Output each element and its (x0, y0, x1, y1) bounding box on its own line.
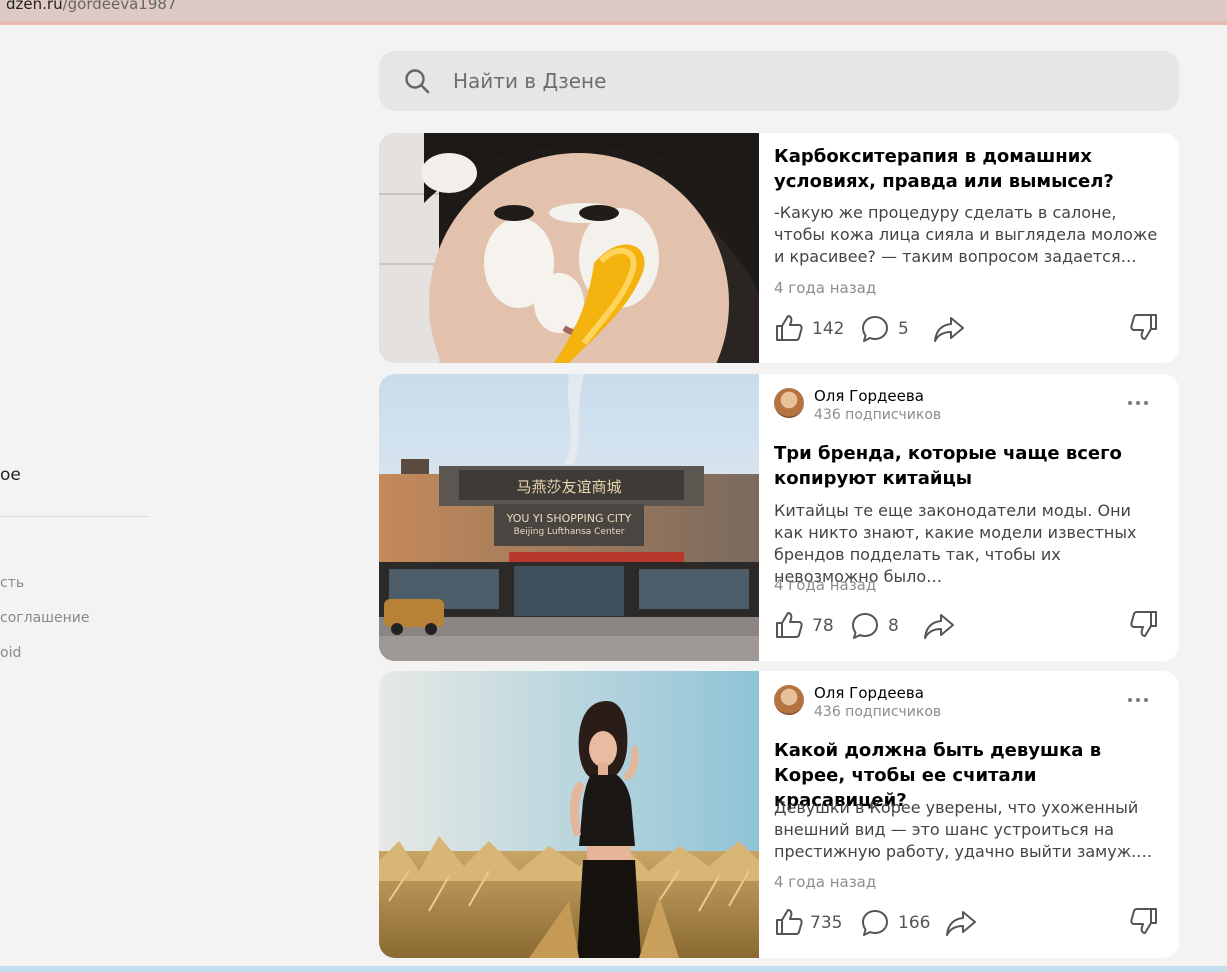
like-icon (776, 909, 803, 935)
article-snippet[interactable]: Девушки в Корее уверены, что ухоженный в… (774, 797, 1164, 863)
comment-icon[interactable] (860, 908, 890, 938)
footer-link-agreement[interactable]: соглашение (0, 610, 89, 626)
image-sign: YOU YI SHOPPING CITY (506, 512, 632, 525)
share-icon[interactable] (944, 908, 978, 938)
author-name[interactable]: Оля Гордеева (814, 387, 924, 405)
comment-icon[interactable] (850, 611, 880, 641)
window-bottom-edge (0, 966, 1227, 972)
like-icon (776, 612, 803, 638)
card-actions: 78 8 (774, 609, 1159, 643)
url-text[interactable]: dzen.ru/gordeeva1987 (6, 0, 176, 13)
search-input[interactable] (453, 65, 1143, 97)
article-title[interactable]: Три бренда, которые чаще всего копируют … (774, 441, 1164, 491)
comment-count: 5 (898, 319, 909, 339)
like-count: 735 (810, 913, 843, 933)
comment-count: 166 (898, 913, 931, 933)
article-snippet[interactable]: -Какую же процедуру сделать в салоне, чт… (774, 202, 1164, 268)
avatar[interactable] (774, 388, 804, 418)
feed-card[interactable]: Оля Гордеева 436 подписчиков Какой должн… (379, 671, 1179, 958)
search-icon (405, 69, 430, 94)
like-count: 142 (812, 319, 845, 339)
comment-count: 8 (888, 616, 899, 636)
sidebar-item-label[interactable]: ое (0, 465, 21, 485)
card-body: Оля Гордеева 436 подписчиков Какой должн… (774, 671, 1159, 958)
article-image-face-mask[interactable] (379, 133, 759, 363)
like-icon (776, 315, 803, 341)
article-title[interactable]: Карбокситерапия в домашних условиях, пра… (774, 144, 1164, 194)
search-bar[interactable] (379, 51, 1179, 111)
sidebar-divider (0, 516, 149, 517)
footer-link[interactable]: сть (0, 575, 24, 591)
feed-card[interactable]: Карбокситерапия в домашних условиях, пра… (379, 133, 1179, 363)
more-options-icon[interactable] (1128, 398, 1152, 410)
share-icon[interactable] (932, 314, 966, 344)
author-subscribers: 436 подписчиков (814, 407, 942, 423)
like-count: 78 (812, 616, 834, 636)
author-subscribers: 436 подписчиков (814, 704, 942, 720)
image-sign-sub: Beijing Lufthansa Center (514, 527, 625, 537)
article-image-girl-in-field[interactable] (379, 671, 759, 958)
more-options-icon[interactable] (1128, 695, 1152, 707)
avatar[interactable] (774, 685, 804, 715)
author-row[interactable]: Оля Гордеева 436 подписчиков (774, 684, 1154, 720)
author-name[interactable]: Оля Гордеева (814, 684, 924, 702)
share-icon[interactable] (922, 611, 956, 641)
dislike-icon[interactable] (1129, 312, 1159, 342)
dislike-icon[interactable] (1129, 906, 1159, 936)
card-body: Оля Гордеева 436 подписчиков Три бренда,… (774, 374, 1159, 661)
article-date: 4 года назад (774, 576, 877, 594)
dislike-icon[interactable] (1129, 609, 1159, 639)
article-date: 4 года назад (774, 279, 877, 297)
article-date: 4 года назад (774, 873, 877, 891)
url-path: /gordeeva1987 (62, 0, 177, 13)
footer-link-android[interactable]: oid (0, 645, 21, 661)
author-row[interactable]: Оля Гордеева 436 подписчиков (774, 387, 1154, 423)
article-image-shopping-center[interactable]: 马燕莎友谊商城 YOU YI SHOPPING CITY Beijing Luf… (379, 374, 759, 661)
card-body: Карбокситерапия в домашних условиях, пра… (774, 133, 1159, 363)
card-actions: 142 5 (774, 312, 1159, 346)
browser-address-bar[interactable]: dzen.ru/gordeeva1987 (0, 0, 1227, 25)
image-sign-hanzi: 马燕莎友谊商城 (516, 478, 621, 496)
card-actions: 735 166 (774, 906, 1159, 940)
url-host: dzen.ru (6, 0, 63, 13)
feed-card[interactable]: 马燕莎友谊商城 YOU YI SHOPPING CITY Beijing Luf… (379, 374, 1179, 661)
comment-icon[interactable] (860, 314, 890, 344)
article-snippet[interactable]: Китайцы те еще законодатели моды. Они ка… (774, 500, 1164, 588)
